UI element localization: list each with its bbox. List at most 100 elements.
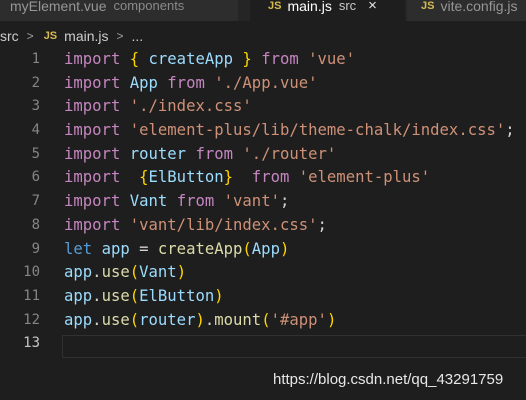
identifier-router: router bbox=[139, 310, 196, 329]
code-line: import 'element-plus/lib/theme-chalk/ind… bbox=[64, 119, 526, 143]
paren-open: ( bbox=[261, 310, 271, 329]
line-number: 3 bbox=[31, 98, 40, 115]
tab-label: myElement.vue bbox=[10, 0, 107, 14]
tab-description: src bbox=[338, 0, 357, 13]
line-number: 8 bbox=[31, 216, 40, 233]
code-line: import { createApp } from 'vue' bbox=[64, 48, 526, 72]
keyword-from: from bbox=[261, 50, 299, 68]
identifier-app-component: App bbox=[251, 239, 280, 258]
editor-tab-bar: myElement.vue components JS main.js src … bbox=[0, 0, 526, 21]
identifier-elbutton: ElButton bbox=[139, 286, 215, 305]
function-use: use bbox=[101, 286, 130, 305]
identifier-app: app bbox=[64, 310, 93, 329]
line-number-gutter: 1 2 3 4 5 6 7 8 9 10 11 12 13 bbox=[0, 48, 40, 356]
string-literal: './App.vue' bbox=[214, 73, 318, 92]
tab-vite-config-js[interactable]: JS vite.config.js bbox=[407, 0, 526, 21]
code-line: import './index.css' bbox=[64, 95, 526, 119]
keyword-import: import bbox=[64, 50, 121, 68]
code-line: import Vant from 'vant'; bbox=[64, 190, 526, 214]
keyword-import: import bbox=[64, 121, 121, 140]
paren-close: ) bbox=[326, 310, 337, 329]
identifier-app: app bbox=[101, 239, 130, 258]
close-icon[interactable]: × bbox=[368, 0, 377, 14]
keyword-from: from bbox=[251, 168, 290, 187]
code-line: import 'vant/lib/index.css'; bbox=[64, 214, 526, 238]
string-literal: 'element-plus' bbox=[298, 168, 431, 187]
code-line: import App from './App.vue' bbox=[64, 72, 526, 96]
tab-main-js[interactable]: JS main.js src × bbox=[250, 0, 405, 21]
line-number: 9 bbox=[31, 240, 40, 257]
semicolon: ; bbox=[505, 121, 515, 140]
brace-close: } bbox=[223, 168, 234, 187]
function-createapp: createApp bbox=[157, 239, 243, 258]
string-literal: 'element-plus/lib/theme-chalk/index.css' bbox=[129, 121, 506, 140]
dot: . bbox=[92, 310, 102, 329]
line-number: 12 bbox=[23, 311, 40, 328]
paren-close: ) bbox=[214, 286, 224, 305]
line-number: 10 bbox=[23, 264, 40, 281]
code-line: import {ElButton} from 'element-plus' bbox=[64, 166, 526, 190]
function-use: use bbox=[101, 310, 130, 329]
code-line: let app = createApp(App) bbox=[64, 238, 526, 262]
paren-open: ( bbox=[129, 263, 140, 282]
keyword-let: let bbox=[64, 239, 93, 258]
line-number: 5 bbox=[31, 145, 40, 162]
identifier-app-component: App bbox=[129, 73, 158, 92]
breadcrumb-symbol[interactable]: ... bbox=[132, 28, 144, 44]
identifier-app: app bbox=[64, 286, 93, 305]
string-literal: 'vue' bbox=[308, 50, 356, 68]
tab-label: vite.config.js bbox=[440, 0, 518, 14]
dot: . bbox=[92, 286, 102, 305]
tab-label: main.js bbox=[287, 0, 332, 14]
tab-description: components bbox=[113, 0, 185, 13]
line-number: 2 bbox=[31, 74, 40, 91]
paren-open: ( bbox=[129, 310, 140, 329]
paren-open: ( bbox=[242, 239, 252, 258]
breadcrumb-folder-src[interactable]: src bbox=[0, 28, 19, 44]
line-number: 7 bbox=[31, 193, 40, 210]
chevron-right-icon: > bbox=[116, 29, 124, 43]
breadcrumb: src > JS main.js > ... bbox=[0, 24, 526, 48]
line-number: 6 bbox=[31, 169, 40, 186]
string-literal: './index.css' bbox=[129, 97, 252, 116]
string-literal: 'vant' bbox=[223, 192, 280, 211]
keyword-import: import bbox=[64, 97, 121, 116]
paren-close: ) bbox=[279, 239, 290, 258]
brace-close: } bbox=[242, 50, 252, 68]
tab-myelement-vue[interactable]: myElement.vue components bbox=[0, 0, 238, 21]
string-literal: 'vant/lib/index.css' bbox=[129, 215, 318, 234]
keyword-import: import bbox=[64, 73, 121, 92]
semicolon: ; bbox=[317, 215, 327, 234]
code-line: app.use(Vant) bbox=[64, 261, 526, 285]
identifier-elbutton: ElButton bbox=[148, 168, 224, 187]
brace-open: { bbox=[139, 168, 149, 187]
line-number: 11 bbox=[23, 287, 40, 304]
code-line: app.use(ElButton) bbox=[64, 285, 526, 309]
js-file-icon: JS bbox=[268, 0, 282, 12]
dot: . bbox=[204, 310, 215, 329]
function-mount: mount bbox=[214, 310, 262, 329]
line-number: 4 bbox=[31, 122, 40, 139]
keyword-import: import bbox=[64, 192, 121, 211]
watermark: https://blog.csdn.net/qq_43291759 bbox=[273, 371, 504, 388]
code-line: import router from './router' bbox=[64, 143, 526, 167]
keyword-from: from bbox=[195, 144, 234, 163]
breadcrumb-file-main-js[interactable]: main.js bbox=[64, 28, 108, 44]
identifier-vant: Vant bbox=[139, 263, 177, 282]
keyword-import: import bbox=[64, 168, 121, 187]
keyword-import: import bbox=[64, 215, 121, 234]
paren-open: ( bbox=[129, 286, 140, 305]
string-literal: '#app' bbox=[270, 310, 327, 329]
code-area[interactable]: import { createApp } from 'vue' import A… bbox=[64, 48, 526, 356]
chevron-right-icon: > bbox=[26, 29, 34, 43]
operator: = bbox=[139, 239, 149, 258]
paren-close: ) bbox=[195, 310, 205, 329]
js-file-icon: JS bbox=[43, 30, 58, 42]
function-use: use bbox=[101, 263, 130, 282]
identifier-app: app bbox=[64, 263, 93, 282]
keyword-import: import bbox=[64, 144, 121, 163]
keyword-from: from bbox=[176, 192, 215, 211]
line-number: 13 bbox=[23, 335, 40, 352]
code-editor[interactable]: 1 2 3 4 5 6 7 8 9 10 11 12 13 import { c… bbox=[0, 48, 526, 400]
